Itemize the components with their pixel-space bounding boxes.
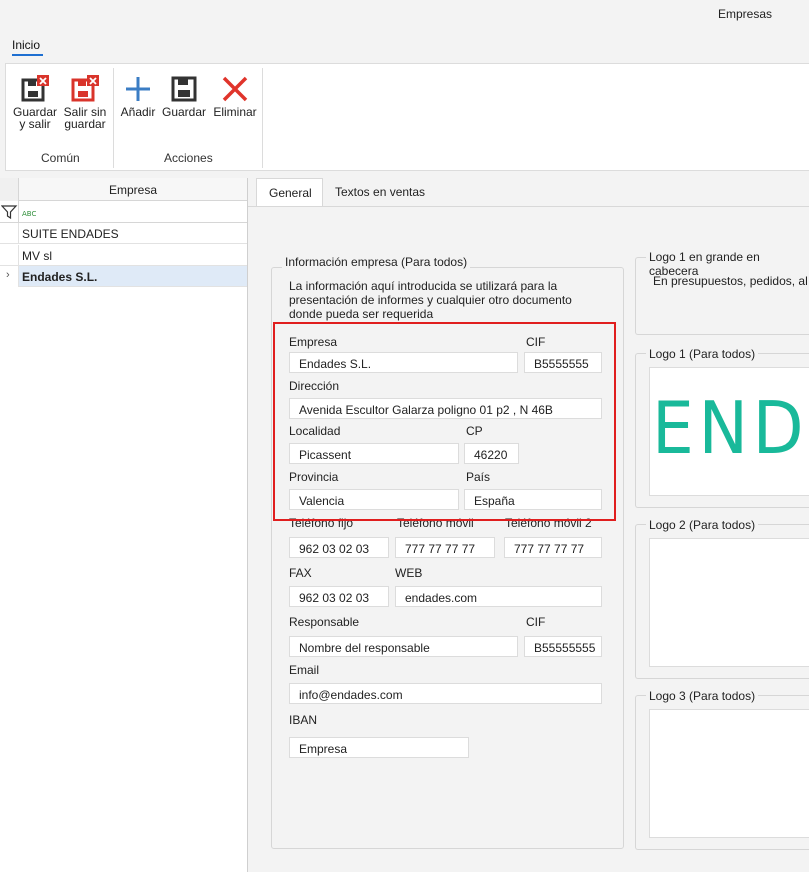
delete-x-icon bbox=[222, 76, 248, 102]
delete-button[interactable]: Eliminar bbox=[210, 74, 260, 118]
logo2-title: Logo 2 (Para todos) bbox=[646, 518, 759, 532]
logo1-image-area[interactable]: END bbox=[649, 367, 809, 496]
info-groupbox-title: Información empresa (Para todos) bbox=[282, 255, 471, 269]
exit-no-save-label: Salir sin guardar bbox=[63, 105, 107, 131]
info-description-line: donde pueda ser requerida bbox=[289, 307, 434, 321]
exit-no-save-icon bbox=[71, 75, 99, 102]
save-label: Guardar bbox=[161, 105, 207, 119]
add-label: Añadir bbox=[120, 105, 156, 119]
chevron-right-icon: › bbox=[6, 269, 10, 281]
ribbon-tab-underline bbox=[12, 54, 43, 56]
grid-corner bbox=[0, 178, 19, 201]
row-indicator bbox=[0, 245, 19, 266]
table-row[interactable]: MV sl bbox=[0, 245, 247, 266]
window-title: Empresas bbox=[718, 7, 773, 21]
ribbon: Guardar y salir Salir sin guardar Común … bbox=[5, 63, 809, 171]
grid-header: Empresa bbox=[0, 178, 247, 201]
tab-general[interactable]: General bbox=[256, 178, 323, 207]
row-cell: SUITE ENDADES bbox=[22, 227, 119, 241]
responsable-label: Responsable bbox=[289, 615, 360, 629]
fax-label: FAX bbox=[289, 566, 312, 580]
logo1-title: Logo 1 (Para todos) bbox=[646, 347, 759, 361]
row-cell: MV sl bbox=[22, 249, 52, 263]
save-exit-icon bbox=[21, 75, 49, 102]
exit-without-save-button[interactable]: Salir sin guardar bbox=[62, 74, 108, 130]
title-bar: Empresas bbox=[0, 0, 809, 30]
column-header-empresa[interactable]: Empresa bbox=[19, 183, 247, 197]
info-description: La información aquí introducida se utili… bbox=[289, 279, 572, 321]
iban-field[interactable]: Empresa bbox=[289, 737, 469, 758]
email-label: Email bbox=[289, 663, 320, 677]
delete-label: Eliminar bbox=[213, 105, 257, 119]
table-row[interactable]: SUITE ENDADES bbox=[0, 223, 247, 244]
info-description-line: presentación de informes y cualquier otr… bbox=[289, 293, 572, 307]
save-and-exit-button[interactable]: Guardar y salir bbox=[10, 74, 60, 130]
iban-label: IBAN bbox=[289, 713, 318, 727]
group-label-comun: Común bbox=[41, 151, 80, 165]
telefono-movil2-field[interactable]: 777 77 77 77 bbox=[504, 537, 602, 558]
logo2-image-area[interactable] bbox=[649, 538, 809, 667]
save-exit-label: Guardar y salir bbox=[12, 105, 58, 131]
highlight-box bbox=[273, 322, 616, 521]
filter-row[interactable]: ABC bbox=[0, 201, 247, 223]
floppy-disk-icon bbox=[171, 76, 197, 102]
row-indicator: › bbox=[0, 266, 19, 287]
text-filter-icon[interactable]: ABC bbox=[22, 207, 38, 219]
fax-field[interactable]: 962 03 02 03 bbox=[289, 586, 389, 607]
plus-icon bbox=[126, 77, 150, 101]
email-field[interactable]: info@endades.com bbox=[289, 683, 602, 704]
save-button[interactable]: Guardar bbox=[160, 74, 208, 118]
add-button[interactable]: Añadir bbox=[118, 74, 158, 118]
telefono-movil-field[interactable]: 777 77 77 77 bbox=[395, 537, 495, 558]
responsable-field[interactable]: Nombre del responsable bbox=[289, 636, 518, 657]
logo3-title: Logo 3 (Para todos) bbox=[646, 689, 759, 703]
group-label-acciones: Acciones bbox=[164, 151, 213, 165]
table-row-selected[interactable]: › Endades S.L. bbox=[0, 266, 247, 287]
logo3-image-area[interactable] bbox=[649, 709, 809, 838]
svg-text:ABC: ABC bbox=[22, 210, 36, 218]
ribbon-separator bbox=[113, 68, 114, 168]
tab-general-content: Información empresa (Para todos) La info… bbox=[248, 206, 809, 872]
info-description-line: La información aquí introducida se utili… bbox=[289, 279, 558, 293]
ribbon-tab-inicio[interactable]: Inicio bbox=[12, 38, 40, 52]
logo-cabecera-text: En presupuestos, pedidos, al bbox=[653, 274, 808, 288]
telefono-fijo-field[interactable]: 962 03 02 03 bbox=[289, 537, 389, 558]
row-cell: Endades S.L. bbox=[22, 270, 98, 284]
cif-responsable-field[interactable]: B55555555 bbox=[524, 636, 602, 657]
tab-textos-ventas[interactable]: Textos en ventas bbox=[323, 178, 438, 207]
company-grid: Empresa ABC SUITE ENDADES MV sl › Endade… bbox=[0, 178, 248, 872]
web-label: WEB bbox=[395, 566, 423, 580]
detail-pane: General Textos en ventas Información emp… bbox=[248, 172, 809, 872]
row-indicator bbox=[0, 223, 19, 244]
cif-responsable-label: CIF bbox=[526, 615, 546, 629]
web-field[interactable]: endades.com bbox=[395, 586, 602, 607]
logo1-text: END bbox=[652, 386, 809, 470]
filter-corner bbox=[0, 201, 19, 223]
filter-icon[interactable] bbox=[1, 205, 18, 219]
ribbon-separator bbox=[262, 68, 263, 168]
